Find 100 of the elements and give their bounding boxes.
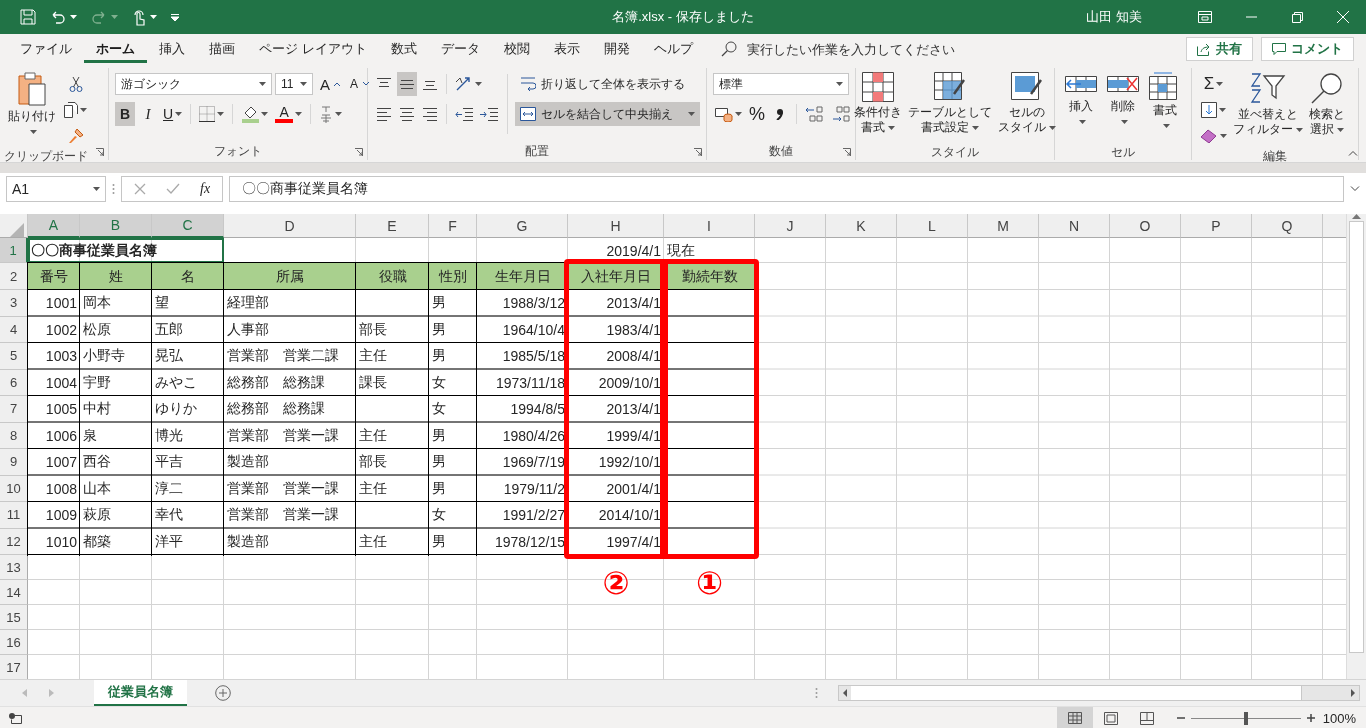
- row-header[interactable]: 1: [0, 238, 28, 263]
- italic-button[interactable]: I: [138, 102, 158, 126]
- table-cell-text: 部長: [358, 319, 388, 339]
- ribbon-tab[interactable]: ファイル: [8, 34, 84, 64]
- save-button[interactable]: [20, 9, 36, 25]
- column-header[interactable]: N: [1039, 214, 1110, 238]
- row-header[interactable]: 6: [0, 369, 28, 396]
- share-button[interactable]: 共有: [1186, 37, 1253, 61]
- merge-center-button[interactable]: セルを結合して中央揃え: [515, 102, 700, 126]
- wrap-text-button[interactable]: 折り返して全体を表示する: [515, 72, 700, 96]
- column-header[interactable]: I: [664, 214, 755, 238]
- row-header[interactable]: 16: [0, 630, 28, 655]
- row-header[interactable]: 13: [0, 555, 28, 580]
- column-header[interactable]: Q: [1252, 214, 1323, 238]
- shrink-font-button[interactable]: A: [345, 72, 371, 96]
- column-header[interactable]: J: [755, 214, 826, 238]
- format-cells-button[interactable]: 書式: [1147, 68, 1183, 144]
- column-header[interactable]: H: [568, 214, 664, 238]
- zoom-in-button[interactable]: [1306, 714, 1315, 722]
- dialog-launcher-button[interactable]: [694, 148, 702, 156]
- column-header[interactable]: G: [477, 214, 568, 238]
- table-cell-text: 1010: [44, 532, 78, 552]
- ribbon-tab[interactable]: ヘルプ: [641, 34, 705, 64]
- conditional-format-button[interactable]: 条件付き 書式: [852, 68, 904, 144]
- row-header[interactable]: 11: [0, 502, 28, 529]
- row-header[interactable]: 14: [0, 580, 28, 605]
- delete-cells-button[interactable]: 削除: [1105, 68, 1141, 144]
- ribbon-tab[interactable]: 表示: [541, 34, 592, 64]
- font-size-field[interactable]: 11: [275, 73, 313, 95]
- column-header[interactable]: E: [356, 214, 429, 238]
- row-header[interactable]: 5: [0, 343, 28, 370]
- paintbrush-icon: [67, 128, 84, 144]
- column-header[interactable]: O: [1110, 214, 1181, 238]
- insert-function-button[interactable]: fx: [200, 181, 211, 197]
- ribbon-tab[interactable]: 挿入: [147, 34, 197, 64]
- name-box-field[interactable]: A1: [6, 176, 106, 202]
- search-field[interactable]: 実行したい作業を入力してください: [744, 39, 1009, 59]
- ribbon-tab[interactable]: 校閲: [491, 34, 542, 64]
- format-as-table-button[interactable]: テーブルとして 書式設定: [906, 68, 994, 144]
- column-header[interactable]: P: [1181, 214, 1252, 238]
- ribbon-tab[interactable]: 数式: [378, 34, 429, 64]
- new-sheet-button[interactable]: [215, 685, 231, 701]
- dialog-launcher-button[interactable]: [96, 148, 104, 156]
- grow-font-button[interactable]: A: [316, 72, 342, 96]
- underline-button[interactable]: U: [161, 102, 185, 126]
- font-color-button[interactable]: A: [273, 102, 305, 126]
- column-header[interactable]: M: [968, 214, 1039, 238]
- vertical-align-button[interactable]: [397, 72, 417, 96]
- find-select-button[interactable]: 検索と 選択: [1307, 68, 1347, 144]
- font-name-field[interactable]: 游ゴシック: [115, 73, 272, 95]
- ribbon-tab[interactable]: 開発: [591, 34, 642, 64]
- row-header[interactable]: 3: [0, 290, 28, 317]
- cell-styles-button[interactable]: セルの スタイル: [996, 68, 1058, 144]
- vertical-scrollbar[interactable]: [1346, 214, 1366, 679]
- row-header[interactable]: 8: [0, 422, 28, 449]
- view-button[interactable]: [1056, 707, 1093, 728]
- sheet-tab[interactable]: 従業員名簿: [94, 680, 187, 706]
- number-format-field[interactable]: 標準: [713, 73, 849, 95]
- caret-icon: [295, 112, 303, 116]
- paste-button[interactable]: 貼り付け: [6, 68, 58, 144]
- undo-button[interactable]: [50, 9, 77, 25]
- percent-button[interactable]: %: [747, 102, 767, 126]
- bold-button[interactable]: B: [115, 102, 135, 126]
- table-cell-text: 1991/2/27: [501, 506, 566, 526]
- column-header[interactable]: K: [826, 214, 897, 238]
- insert-cells-button[interactable]: 挿入: [1063, 68, 1099, 144]
- column-header[interactable]: C: [152, 214, 224, 238]
- row-header[interactable]: 4: [0, 316, 28, 343]
- drag-handle-icon: [815, 687, 818, 699]
- row-header[interactable]: 9: [0, 449, 28, 476]
- autosum-button[interactable]: Σ: [1198, 72, 1229, 96]
- sort-filter-button[interactable]: 並べ替えと フィルター: [1231, 68, 1305, 144]
- slider-thumb[interactable]: [1243, 711, 1248, 725]
- row-header[interactable]: 12: [0, 528, 28, 555]
- column-header[interactable]: D: [224, 214, 356, 238]
- column-header[interactable]: B: [80, 214, 152, 238]
- row-header[interactable]: 10: [0, 475, 28, 502]
- table-cell-text: 淳二: [154, 478, 184, 498]
- table-cell-text: 主任: [358, 425, 388, 445]
- ribbon-tab[interactable]: 描画: [197, 34, 247, 64]
- dialog-launcher-button[interactable]: [843, 148, 851, 156]
- ribbon-tab[interactable]: ページ レイアウト: [247, 34, 379, 64]
- share-icon: [1197, 42, 1211, 56]
- comment-button[interactable]: コメント: [1261, 37, 1354, 61]
- column-header[interactable]: A: [28, 214, 80, 238]
- row-header[interactable]: 7: [0, 396, 28, 423]
- touch-mode-button[interactable]: [132, 8, 157, 26]
- row-header[interactable]: 15: [0, 605, 28, 630]
- row-header[interactable]: 17: [0, 655, 28, 679]
- customize-button[interactable]: [171, 13, 179, 21]
- expand-formula-button[interactable]: [1350, 186, 1360, 192]
- horizontal-scrollbar[interactable]: [838, 685, 1360, 701]
- table-cell-text: 2009/10/1: [597, 373, 662, 393]
- table-cell-text: 総務部 総務課: [226, 372, 326, 392]
- formula-field[interactable]: 〇〇商事従業員名簿: [229, 176, 1344, 202]
- row-header[interactable]: 2: [0, 263, 28, 290]
- ribbon-tab[interactable]: データ: [428, 34, 492, 64]
- column-header[interactable]: F: [429, 214, 477, 238]
- dialog-launcher-button[interactable]: [355, 148, 363, 156]
- column-header[interactable]: L: [897, 214, 968, 238]
